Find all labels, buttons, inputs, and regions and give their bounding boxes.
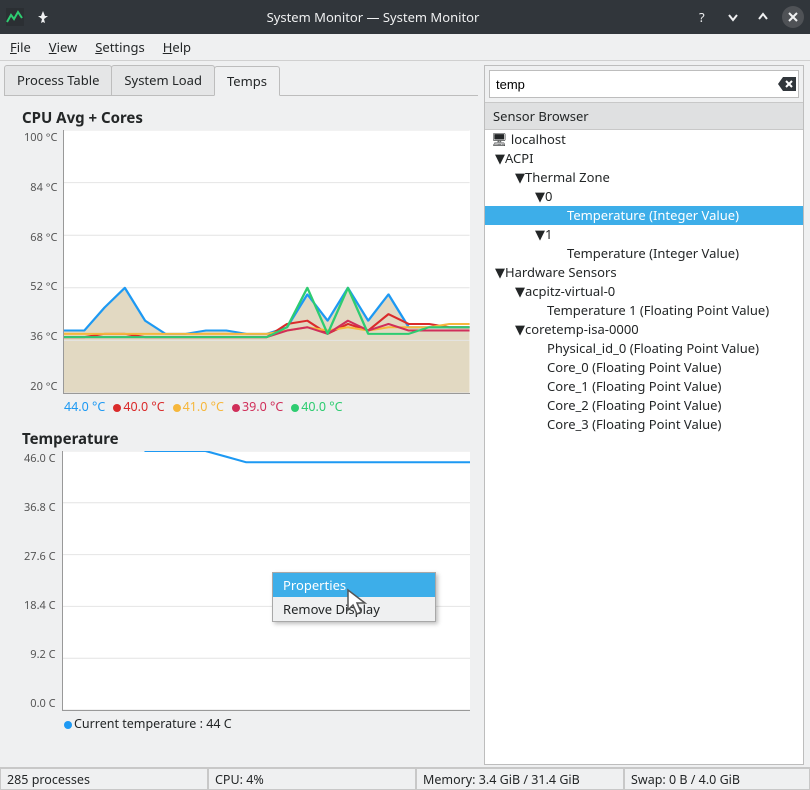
pin-icon[interactable] <box>32 6 54 28</box>
context-properties[interactable]: Properties <box>273 573 435 597</box>
tree-host[interactable]: 🖥 localhost <box>485 130 803 149</box>
tab-bar: Process Table System Load Temps <box>4 65 478 96</box>
tree-acpitz-t1[interactable]: Temperature 1 (Floating Point Value) <box>485 301 803 320</box>
tree-thermal-zone[interactable]: ▼Thermal Zone <box>485 168 803 187</box>
maximize-icon[interactable] <box>752 6 774 28</box>
sensor-browser-header: Sensor Browser <box>485 102 803 130</box>
tree-core0[interactable]: Core_0 (Floating Point Value) <box>485 358 803 377</box>
sensor-tree[interactable]: 🖥 localhost ▼ACPI ▼Thermal Zone ▼0 Tempe… <box>485 130 803 764</box>
sensor-search-input[interactable] <box>490 73 776 96</box>
sensor-browser-panel: Sensor Browser 🖥 localhost ▼ACPI ▼Therma… <box>484 65 804 765</box>
cpu-section-title: CPU Avg + Cores <box>22 108 478 128</box>
tab-process-table[interactable]: Process Table <box>4 65 112 95</box>
tree-physical-id[interactable]: Physical_id_0 (Floating Point Value) <box>485 339 803 358</box>
tree-hw-sensors[interactable]: ▼Hardware Sensors <box>485 263 803 282</box>
tree-tz-0-temp[interactable]: Temperature (Integer Value) <box>485 206 803 225</box>
help-icon[interactable]: ? <box>692 6 714 28</box>
window-title: System Monitor — System Monitor <box>62 8 684 26</box>
cpu-yaxis: 100 °C 84 °C 68 °C 52 °C 36 °C 20 °C <box>24 130 63 394</box>
tree-core3[interactable]: Core_3 (Floating Point Value) <box>485 415 803 434</box>
monitor-icon: 🖥 <box>491 130 508 148</box>
cpu-legend: 44.0 °C 40.0 °C 41.0 °C 39.0 °C 40.0 °C <box>64 398 478 415</box>
cpu-legend-item: 40.0 °C <box>113 398 164 415</box>
window-titlebar: System Monitor — System Monitor ? <box>0 0 810 34</box>
cpu-chart[interactable] <box>63 130 470 394</box>
tree-acpi[interactable]: ▼ACPI <box>485 149 803 168</box>
cpu-legend-item: 44.0 °C <box>64 398 105 415</box>
minimize-icon[interactable] <box>722 6 744 28</box>
cpu-legend-item: 40.0 °C <box>291 398 342 415</box>
close-icon[interactable] <box>782 6 804 28</box>
cpu-legend-item: 41.0 °C <box>173 398 224 415</box>
svg-text:?: ? <box>699 10 705 24</box>
temp-yaxis: 46.0 C 36.8 C 27.6 C 18.4 C 9.2 C 0.0 C <box>24 451 62 711</box>
status-swap: Swap: 0 B / 4.0 GiB <box>624 768 810 790</box>
temperature-section-title: Temperature <box>22 429 478 449</box>
status-cpu: CPU: 4% <box>208 768 416 790</box>
status-memory: Memory: 3.4 GiB / 31.4 GiB <box>416 768 624 790</box>
tree-coretemp[interactable]: ▼coretemp-isa-0000 <box>485 320 803 339</box>
sensor-search-box <box>489 70 799 98</box>
app-icon <box>6 8 24 26</box>
cpu-legend-item: 39.0 °C <box>232 398 283 415</box>
temperature-legend: Current temperature : 44 C <box>64 715 478 732</box>
menu-file[interactable]: File <box>10 38 31 56</box>
tab-system-load[interactable]: System Load <box>111 65 215 95</box>
tree-tz-1[interactable]: ▼1 <box>485 225 803 244</box>
tree-acpitz[interactable]: ▼acpitz-virtual-0 <box>485 282 803 301</box>
tree-tz-1-temp[interactable]: Temperature (Integer Value) <box>485 244 803 263</box>
status-bar: 285 processes CPU: 4% Memory: 3.4 GiB / … <box>0 767 810 790</box>
context-remove-display[interactable]: Remove Display <box>273 597 435 621</box>
context-menu: Properties Remove Display <box>272 572 436 622</box>
temperature-legend-item: Current temperature : 44 C <box>64 715 232 732</box>
menubar: File View Settings Help <box>0 34 810 61</box>
tree-core1[interactable]: Core_1 (Floating Point Value) <box>485 377 803 396</box>
tree-core2[interactable]: Core_2 (Floating Point Value) <box>485 396 803 415</box>
tree-tz-0[interactable]: ▼0 <box>485 187 803 206</box>
clear-search-icon[interactable] <box>776 73 798 95</box>
tab-temps[interactable]: Temps <box>214 66 280 96</box>
menu-help[interactable]: Help <box>163 38 191 56</box>
menu-settings[interactable]: Settings <box>95 38 144 56</box>
menu-view[interactable]: View <box>49 38 77 56</box>
status-processes: 285 processes <box>0 768 208 790</box>
